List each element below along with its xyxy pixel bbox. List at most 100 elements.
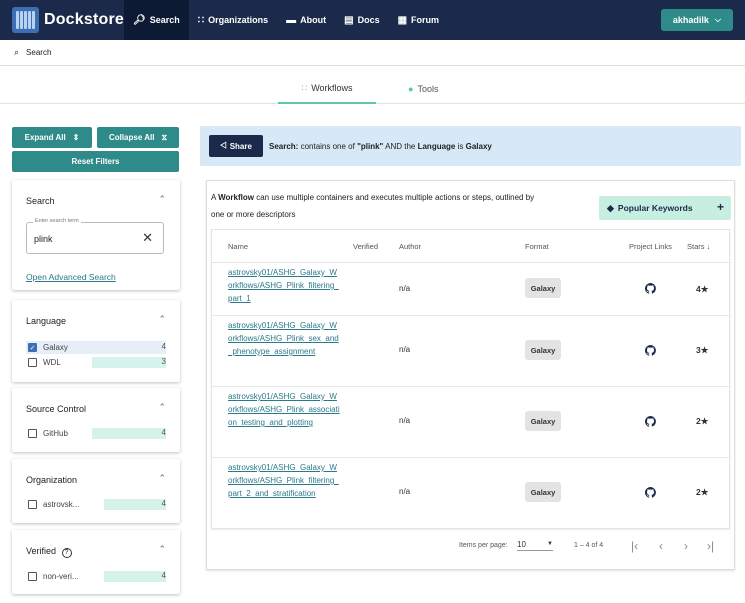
clear-icon[interactable]: ✕ [142, 230, 153, 246]
facet-count-bar [92, 428, 166, 439]
reset-filters-button[interactable]: Reset Filters [12, 151, 179, 172]
github-icon[interactable] [645, 416, 656, 427]
facet-count-bar [92, 357, 166, 368]
last-page-icon[interactable]: ›| [707, 539, 714, 553]
expand-all-button[interactable]: Expand All ⇕ [12, 127, 92, 148]
facet-item-galaxy[interactable]: ✓ Galaxy 4 [26, 341, 166, 354]
results-table: Name Verified Author Format Project Link… [211, 229, 731, 529]
nav-organizations[interactable]: ∷ Organizations [189, 0, 277, 40]
verified-facet-card: Verified ? ⌃ non-veri... 4 [12, 530, 180, 594]
chevron-up-icon[interactable]: ⌃ [158, 473, 166, 484]
organizations-icon: ∷ [197, 14, 205, 26]
first-page-icon[interactable]: |‹ [631, 539, 638, 553]
chevron-down-icon: ⌵ [714, 15, 721, 24]
next-page-icon[interactable]: › [684, 539, 688, 553]
chevron-up-icon[interactable]: ⌃ [158, 402, 166, 413]
table-row: astrovsky01/ASHG_Galaxy_Workflows/ASHG_P… [212, 458, 731, 529]
paginator: Items per page: 10 ▼ 1 – 4 of 4 |‹ ‹ › ›| [207, 539, 736, 555]
summary-part: is [455, 141, 466, 151]
format-badge: Galaxy [525, 340, 561, 360]
format-badge: Galaxy [525, 278, 561, 298]
chevron-up-icon[interactable]: ⌃ [158, 544, 166, 555]
nav-search[interactable]: 🔎︎ Search [124, 0, 189, 40]
tab-tools[interactable]: ● Tools [408, 74, 438, 104]
column-header-format[interactable]: Format [525, 242, 549, 251]
github-icon[interactable] [645, 345, 656, 356]
brand-name: Dockstore [43, 11, 124, 28]
language-facet-card: Language ⌃ ✓ Galaxy 4 WDL 3 [12, 300, 180, 382]
share-button[interactable]: ⨞ Share [209, 135, 263, 157]
column-header-author[interactable]: Author [399, 242, 421, 251]
checkbox[interactable] [28, 572, 37, 581]
search-card: Search ⌃ Enter search term plink ✕ Open … [12, 180, 180, 290]
checkbox[interactable] [28, 429, 37, 438]
checkbox-checked[interactable]: ✓ [28, 343, 37, 352]
popular-keywords-button[interactable]: ◆ Popular Keywords + [599, 196, 731, 220]
column-header-name[interactable]: Name [228, 242, 248, 251]
previous-page-icon[interactable]: ‹ [659, 539, 663, 553]
facet-item-github[interactable]: GitHub 4 [26, 427, 166, 440]
checkbox[interactable] [28, 500, 37, 509]
dockstore-logo[interactable]: Dockstore [12, 7, 124, 33]
breadcrumb: ⌕ Search [0, 40, 745, 66]
user-menu-button[interactable]: akhadilk ⌵ [660, 9, 733, 31]
table-row: astrovsky01/ASHG_Galaxy_Workflows/ASHG_P… [212, 316, 731, 387]
description-bold: Workflow [218, 193, 254, 202]
tool-icon: ● [408, 84, 414, 94]
column-header-stars[interactable]: Stars ↓ [687, 242, 710, 251]
workflow-name-link[interactable]: astrovsky01/ASHG_Galaxy_Workflows/ASHG_P… [228, 461, 340, 500]
table-row: astrovsky01/ASHG_Galaxy_Workflows/ASHG_P… [212, 263, 731, 316]
workflow-name-link[interactable]: astrovsky01/ASHG_Galaxy_Workflows/ASHG_P… [228, 266, 340, 305]
star-icon: ★ [700, 416, 709, 426]
author-cell: n/a [399, 345, 411, 354]
star-icon: ★ [700, 284, 709, 294]
table-row: astrovsky01/ASHG_Galaxy_Workflows/ASHG_P… [212, 387, 731, 458]
workflow-name-link[interactable]: astrovsky01/ASHG_Galaxy_Workflows/ASHG_P… [228, 390, 340, 429]
star-count: 2★ [696, 487, 708, 498]
facet-item-label: WDL [43, 358, 61, 367]
chevron-up-icon[interactable]: ⌃ [158, 194, 166, 205]
workflow-description: A Workflow can use multiple containers a… [211, 189, 541, 223]
share-icon: ⨞ [220, 141, 227, 150]
facet-item-label: Galaxy [43, 343, 68, 352]
facet-item-organization[interactable]: astrovsk... 4 [26, 498, 166, 511]
column-header-verified[interactable]: Verified [353, 242, 378, 251]
chevron-up-icon[interactable]: ⌃ [158, 314, 166, 325]
page-range-label: 1 – 4 of 4 [574, 542, 604, 549]
dockstore-logo-icon [12, 7, 39, 33]
nav-docs[interactable]: ▤ Docs [335, 0, 388, 40]
star-icon: ★ [700, 487, 709, 497]
collapse-all-button[interactable]: Collapse All ⧖ [97, 127, 179, 148]
tab-workflows[interactable]: ∷ Workflows [278, 74, 376, 104]
facet-item-wdl[interactable]: WDL 3 [26, 356, 166, 369]
search-icon: ⌕ [14, 47, 20, 57]
column-header-project-links[interactable]: Project Links [629, 242, 672, 251]
items-per-page-select[interactable]: 10 ▼ [517, 540, 553, 551]
advanced-search-link[interactable]: Open Advanced Search [26, 272, 116, 282]
nav-forum[interactable]: ▦ Forum [389, 0, 448, 40]
facet-title: Source Control [26, 404, 87, 414]
filter-value: Galaxy [465, 141, 492, 151]
search-label: Search: [269, 141, 299, 151]
organization-facet-card: Organization ⌃ astrovsk... 4 [12, 459, 180, 523]
nav-about[interactable]: ▬ About [277, 0, 335, 40]
github-icon[interactable] [645, 283, 656, 294]
facet-item-count: 4 [161, 342, 166, 351]
help-icon[interactable]: ? [61, 548, 72, 558]
column-header-stars-label: Stars [687, 242, 705, 251]
checkbox[interactable] [28, 358, 37, 367]
filter-name: Language [417, 141, 456, 151]
popular-keywords-label: Popular Keywords [617, 203, 693, 213]
facet-item-label: astrovsk... [43, 500, 80, 509]
format-badge: Galaxy [525, 411, 561, 431]
forum-icon: ▦ [397, 14, 408, 26]
about-icon: ▬ [286, 14, 297, 26]
facet-title: Organization [26, 475, 78, 485]
facet-item-label: GitHub [43, 429, 68, 438]
github-icon[interactable] [645, 487, 656, 498]
search-input[interactable]: Enter search term plink ✕ [26, 218, 164, 254]
nav-organizations-label: Organizations [208, 15, 269, 25]
facet-item-non-verified[interactable]: non-veri... 4 [26, 570, 166, 583]
facet-item-label: non-veri... [43, 572, 79, 581]
workflow-name-link[interactable]: astrovsky01/ASHG_Galaxy_Workflows/ASHG_P… [228, 319, 340, 358]
